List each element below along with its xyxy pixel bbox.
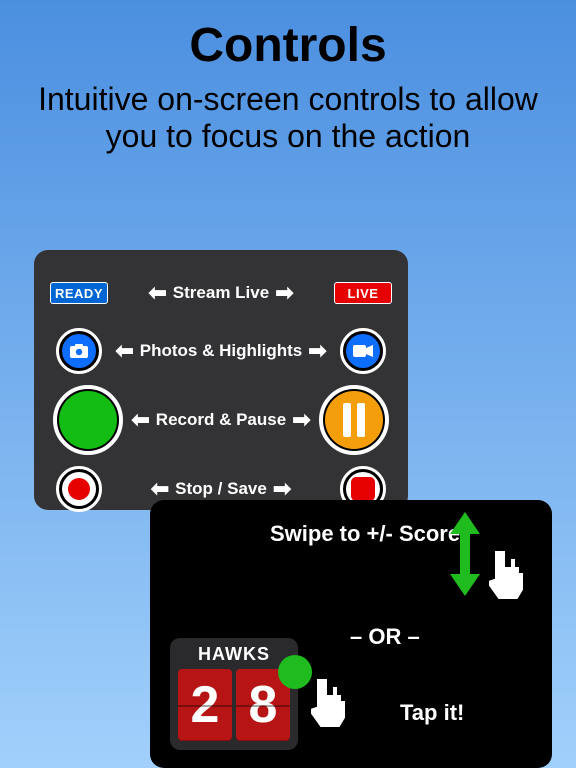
swipe-label: Swipe to +/- Score [270, 522, 460, 546]
controls-row-stream: READY ⬅ Stream Live ➡ LIVE [48, 264, 394, 322]
arrow-right-icon: ➡ [308, 338, 326, 364]
camera-button[interactable] [56, 328, 102, 374]
live-badge[interactable]: LIVE [334, 282, 392, 304]
arrow-right-icon: ➡ [273, 476, 291, 502]
row-label: Photos & Highlights [140, 342, 302, 361]
hand-cursor-icon [480, 546, 530, 602]
video-icon [346, 334, 380, 368]
row-label: Record & Pause [156, 411, 286, 430]
score-digit[interactable]: 2 [178, 669, 232, 741]
arrow-left-icon: ⬅ [148, 280, 166, 306]
team-label: HAWKS [176, 644, 292, 665]
record-button[interactable] [53, 385, 123, 455]
row-label: Stop / Save [175, 480, 267, 499]
pause-button[interactable] [319, 385, 389, 455]
gesture-card: Swipe to +/- Score – OR – HAWKS 2 8 Tap … [150, 500, 552, 768]
stop-circle-button[interactable] [56, 466, 102, 512]
arrow-left-icon: ⬅ [151, 476, 169, 502]
double-arrow-icon [450, 512, 480, 596]
arrow-right-icon: ➡ [275, 280, 293, 306]
camera-icon [62, 334, 96, 368]
controls-row-record: ⬅ Record & Pause ➡ [48, 380, 394, 460]
video-button[interactable] [340, 328, 386, 374]
row-label: Stream Live [173, 284, 269, 303]
or-label: – OR – [350, 624, 420, 650]
pause-orange-icon [325, 391, 383, 449]
page-title: Controls [0, 18, 576, 73]
arrow-right-icon: ➡ [292, 407, 310, 433]
controls-card: READY ⬅ Stream Live ➡ LIVE ⬅ Photos & Hi… [34, 250, 408, 510]
controls-row-photos: ⬅ Photos & Highlights ➡ [48, 322, 394, 380]
scoreboard[interactable]: HAWKS 2 8 [170, 638, 298, 750]
page-subtitle: Intuitive on-screen controls to allow yo… [30, 81, 546, 155]
hand-cursor-icon [302, 674, 352, 730]
record-green-icon [59, 391, 117, 449]
ready-badge[interactable]: READY [50, 282, 108, 304]
tap-label: Tap it! [400, 700, 464, 726]
arrow-left-icon: ⬅ [115, 338, 133, 364]
arrow-left-icon: ⬅ [131, 407, 149, 433]
stop-red-circle-icon [62, 472, 96, 506]
